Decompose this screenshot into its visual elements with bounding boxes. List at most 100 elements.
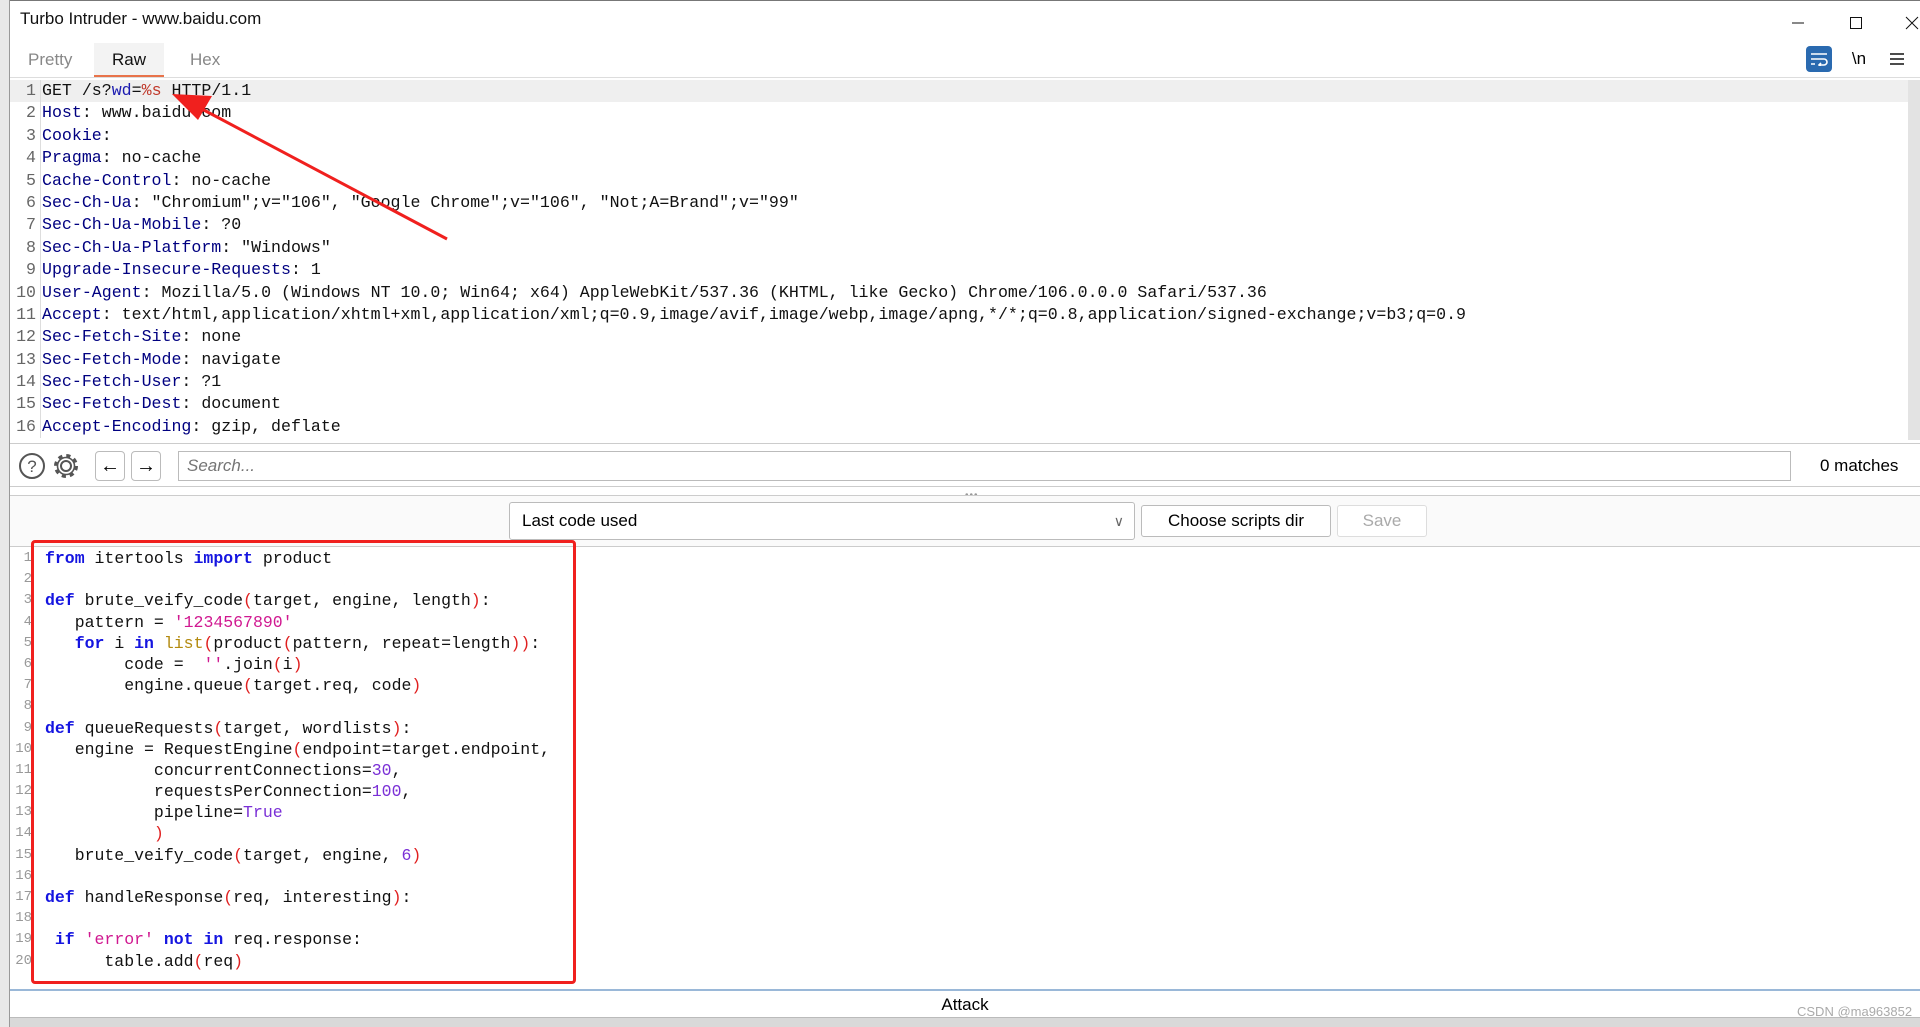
- code-line: 18: [10, 908, 1920, 929]
- token: (: [203, 633, 214, 653]
- tab-raw[interactable]: Raw: [94, 43, 165, 77]
- tab-hex[interactable]: Hex: [172, 43, 238, 77]
- choose-scripts-dir-button[interactable]: Choose scripts dir: [1141, 505, 1331, 537]
- token: itertools: [84, 549, 194, 568]
- line-number: 10: [16, 282, 36, 302]
- line-number: 4: [23, 613, 32, 630]
- token: : navigate: [181, 349, 282, 369]
- line-text: table.add(req): [45, 951, 243, 972]
- request-line: 2 Host: www.baidu.com: [10, 102, 1920, 125]
- token: list: [163, 633, 204, 653]
- token: ): [153, 824, 164, 844]
- save-button[interactable]: Save: [1337, 505, 1427, 537]
- script-select-dropdown[interactable]: Last code used ∨: [509, 502, 1135, 540]
- token: i: [104, 633, 135, 653]
- help-icon[interactable]: ?: [18, 452, 46, 480]
- request-line: 10 User-Agent: Mozilla/5.0 (Windows NT 10…: [10, 281, 1920, 304]
- token: )): [510, 633, 531, 653]
- token: : 1: [290, 260, 321, 280]
- token: wd: [111, 81, 132, 100]
- settings-gear-icon[interactable]: [52, 452, 80, 480]
- token: target, engine, length: [252, 591, 471, 611]
- token: '1234567890': [173, 612, 293, 632]
- newline-toggle[interactable]: \n: [1848, 46, 1870, 72]
- code-line: 2: [10, 569, 1920, 590]
- line-text: Sec-Ch-Ua: "Chromium";v="106", "Google C…: [40, 191, 799, 215]
- token: :: [480, 591, 491, 611]
- turbo-intruder-window: Turbo Intruder - www.baidu.com Pretty Ra…: [10, 0, 1920, 1019]
- token: ,: [391, 760, 402, 780]
- request-line: 4 Pragma: no-cache: [10, 147, 1920, 170]
- line-text: Host: www.baidu.com: [40, 102, 231, 125]
- token: : ?1: [181, 372, 222, 392]
- token: Sec-Ch-Ua-Mobile: [42, 215, 202, 235]
- previous-match-button[interactable]: ←: [95, 451, 125, 481]
- line-text: Accept: text/html,application/xhtml+xml,…: [40, 303, 1466, 327]
- code-line: 1 from itertools import product: [10, 548, 1920, 569]
- close-button[interactable]: [1900, 11, 1920, 35]
- line-number: 2: [23, 571, 32, 588]
- tab-pretty[interactable]: Pretty: [10, 43, 90, 77]
- line-text: pipeline=True: [45, 802, 283, 823]
- code-line: 3 def brute_veify_code(target, engine, le…: [10, 590, 1920, 611]
- line-number: 5: [26, 170, 36, 190]
- line-number: 9: [26, 260, 36, 280]
- token: Upgrade-Insecure-Requests: [42, 260, 291, 280]
- code-line: 14 ): [10, 823, 1920, 844]
- line-number: 12: [16, 327, 36, 347]
- token: requestsPerConnection=: [45, 782, 372, 802]
- menu-button[interactable]: [1886, 46, 1908, 72]
- token: .join: [223, 654, 273, 674]
- token: : document: [181, 394, 282, 414]
- wrap-lines-button[interactable]: [1806, 46, 1832, 72]
- request-editor[interactable]: 1 GET /s?wd=%s HTTP/1.1 2 Host: www.baidu.c…: [10, 80, 1920, 440]
- line-text: brute_veify_code(target, engine, 6): [45, 845, 422, 866]
- maximize-button[interactable]: [1844, 11, 1868, 35]
- request-line: 1 GET /s?wd=%s HTTP/1.1: [10, 80, 1920, 103]
- line-text: Sec-Fetch-Mode: navigate: [40, 348, 282, 372]
- line-text: User-Agent: Mozilla/5.0 (Windows NT 10.0…: [40, 281, 1267, 304]
- minimize-icon: [1792, 22, 1804, 24]
- attack-button[interactable]: Attack: [10, 989, 1920, 1018]
- code-line: 7 engine.queue(target.req, code): [10, 675, 1920, 696]
- token: ): [233, 951, 244, 971]
- token: GET /s?: [42, 81, 112, 100]
- token: ): [391, 718, 402, 738]
- search-input[interactable]: [178, 451, 1791, 481]
- token: Sec-Fetch-Site: [42, 327, 182, 347]
- token: pipeline=: [45, 803, 244, 823]
- token: Host: [42, 103, 82, 123]
- code-line: 19 if 'error' not in req.response:: [10, 929, 1920, 950]
- next-match-button[interactable]: →: [131, 451, 161, 481]
- window-title: Turbo Intruder - www.baidu.com: [20, 9, 262, 28]
- minimize-button[interactable]: [1786, 11, 1810, 35]
- token: import: [193, 549, 253, 568]
- token: ): [411, 845, 422, 865]
- line-text: engine = RequestEngine(endpoint=target.e…: [45, 739, 550, 760]
- divider: [10, 77, 1920, 78]
- arrow-left-icon: ←: [100, 454, 120, 477]
- request-line: 6 Sec-Ch-Ua: "Chromium";v="106", "Google …: [10, 191, 1920, 215]
- token: brute_veify_code: [45, 845, 234, 865]
- token: Sec-Fetch-Mode: [42, 349, 182, 369]
- token: pattern =: [45, 612, 174, 632]
- line-number: 8: [23, 698, 32, 715]
- token: (: [272, 654, 283, 674]
- token: (: [292, 739, 303, 759]
- token: queueRequests: [74, 718, 214, 738]
- token: : gzip, deflate: [191, 416, 341, 436]
- close-icon: [1905, 16, 1919, 30]
- line-text: ): [45, 823, 164, 844]
- token: 6: [401, 845, 412, 865]
- script-toolbar: Last code used ∨ Choose scripts dir Save: [10, 495, 1920, 547]
- line-text: concurrentConnections=30,: [45, 760, 402, 781]
- token: in: [134, 633, 154, 653]
- request-scrollbar[interactable]: [1908, 80, 1920, 440]
- script-editor[interactable]: 1 from itertools import product 2 3 def brut…: [10, 548, 1920, 988]
- token: def: [45, 591, 75, 611]
